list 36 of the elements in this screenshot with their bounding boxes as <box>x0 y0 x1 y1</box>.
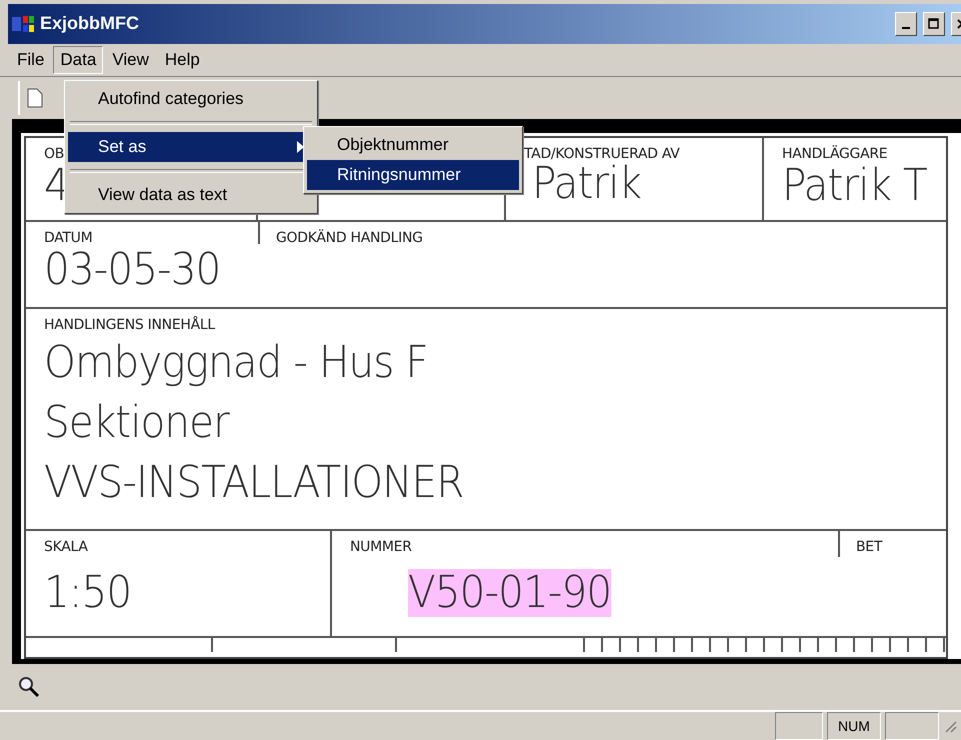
menu-item[interactable]: File <box>10 46 52 74</box>
field-label: BET <box>856 538 882 555</box>
field-value: VVS-INSTALLATIONER <box>44 459 464 508</box>
field-label: HANDLINGENS INNEHÅLL <box>44 316 215 333</box>
minimize-icon <box>902 26 910 29</box>
field-label: GODKÄND HANDLING <box>276 230 423 246</box>
document-icon <box>27 88 43 108</box>
menu-option[interactable]: Autofind categories <box>68 84 314 114</box>
menu-item[interactable]: Help <box>158 46 207 74</box>
field-value: Patrik <box>532 160 642 208</box>
field-value: 4 <box>44 162 69 210</box>
field-label: OB <box>44 146 64 162</box>
field-value: V50-01-90 <box>408 568 612 618</box>
field-label: TAD/KONSTRUERAD AV <box>524 146 680 162</box>
menu-item[interactable]: Data <box>53 46 104 74</box>
status-pane <box>775 712 823 740</box>
maximize-icon <box>928 18 940 30</box>
minimize-button[interactable] <box>895 12 917 36</box>
field-label: HANDLÄGGARE <box>782 146 888 162</box>
app-icon <box>12 14 34 33</box>
field-label: SKALA <box>44 538 88 555</box>
status-indicator: NUM <box>827 712 881 740</box>
field-value: Patrik T <box>782 162 927 210</box>
field-value: Ombyggnad - Hus F <box>44 338 428 388</box>
search-icon[interactable] <box>18 676 40 698</box>
maximize-button[interactable] <box>923 12 945 36</box>
field-value: Sektioner <box>44 399 229 448</box>
window-title: ExjobbMFC <box>40 13 140 34</box>
field-label: DATUM <box>44 230 92 246</box>
resize-grip-icon[interactable] <box>943 719 957 733</box>
field-value: 03-05-30 <box>44 246 220 294</box>
menu-item[interactable]: View <box>105 46 156 74</box>
menu-option[interactable]: Ritningsnummer <box>307 160 519 190</box>
field-label: NUMMER <box>350 538 412 555</box>
status-pane <box>885 712 939 740</box>
field-value: 1:50 <box>44 568 132 618</box>
